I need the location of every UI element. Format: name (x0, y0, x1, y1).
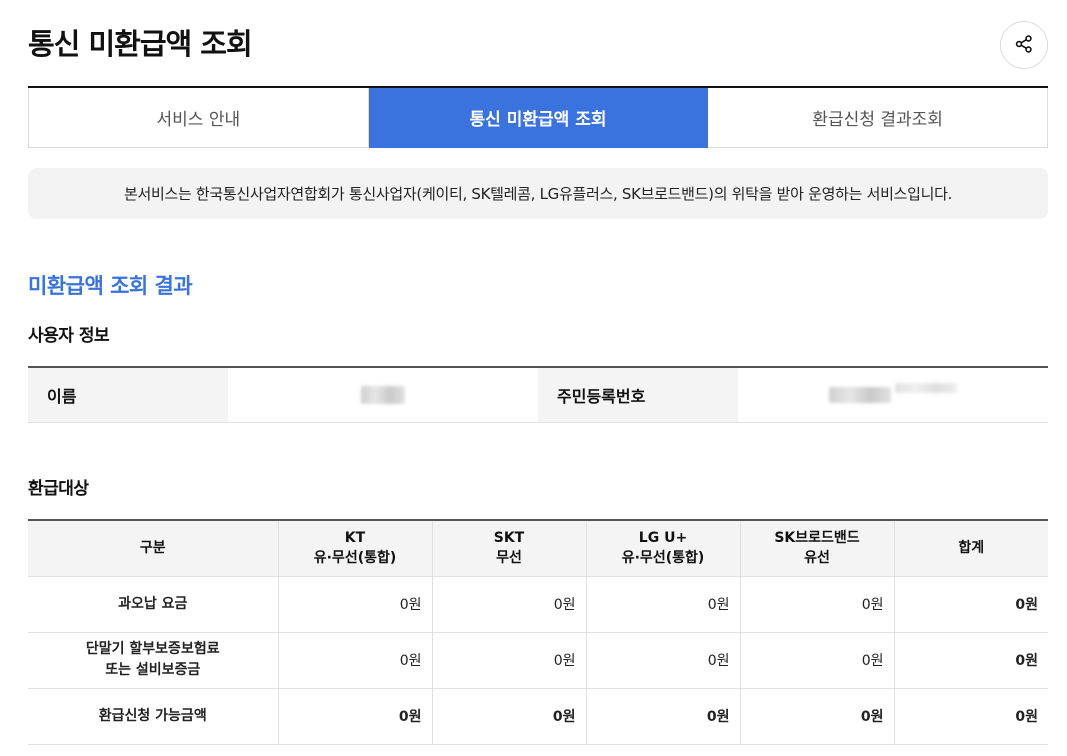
cell-value: 0원 (277, 632, 432, 689)
cell-value: 0원 (739, 688, 894, 745)
col-category: 구분 (28, 520, 278, 577)
tab-service-info[interactable]: 서비스 안내 (28, 88, 369, 148)
user-info-table: 이름 주민등록번호 (28, 366, 1048, 423)
page-title: 통신 미환급액 조회 (28, 27, 253, 61)
col-skb: SK브로드밴드 유선 (739, 520, 894, 577)
rrn-value (738, 368, 1048, 422)
refund-target-title: 환급대상 (28, 479, 89, 499)
cell-total: 0원 (893, 632, 1048, 689)
share-icon (1014, 34, 1034, 57)
cell-value: 0원 (277, 576, 432, 633)
table-row: 단말기 할부보증보험료 또는 설비보증금 0원 0원 0원 0원 0원 (28, 632, 1048, 689)
user-info-title: 사용자 정보 (28, 326, 110, 346)
share-button[interactable] (1000, 21, 1048, 69)
col-lgu: LG U+ 유·무선(통합) (585, 520, 740, 577)
table-row: 환급신청 가능금액 0원 0원 0원 0원 0원 (28, 688, 1048, 745)
result-title: 미환급액 조회 결과 (28, 274, 193, 298)
tab-unrefunded-lookup[interactable]: 통신 미환급액 조회 (368, 88, 709, 148)
name-redacted (361, 386, 405, 404)
col-kt: KT 유·무선(통합) (277, 520, 432, 577)
cell-value: 0원 (739, 576, 894, 633)
tab-bar: 서비스 안내 통신 미환급액 조회 환급신청 결과조회 (28, 86, 1049, 148)
cell-value: 0원 (585, 576, 740, 633)
row-label: 단말기 할부보증보험료 또는 설비보증금 (28, 632, 278, 689)
rrn-label: 주민등록번호 (538, 368, 738, 422)
cell-total: 0원 (893, 688, 1048, 745)
rrn-front-redacted (829, 387, 891, 403)
refund-table: 구분 KT 유·무선(통합) SKT 무선 LG U+ 유·무선(통합) SK브… (28, 519, 1048, 745)
name-value (228, 368, 538, 422)
row-label: 환급신청 가능금액 (28, 688, 278, 745)
col-total: 합계 (893, 520, 1048, 577)
cell-value: 0원 (431, 576, 586, 633)
service-notice: 본서비스는 한국통신사업자연합회가 통신사업자(케이티, SK텔레콤, LG유플… (28, 168, 1048, 219)
name-label: 이름 (28, 368, 228, 422)
cell-value: 0원 (431, 688, 586, 745)
cell-total: 0원 (893, 576, 1048, 633)
cell-value: 0원 (277, 688, 432, 745)
refund-header-row: 구분 KT 유·무선(통합) SKT 무선 LG U+ 유·무선(통합) SK브… (28, 520, 1048, 577)
tab-refund-result[interactable]: 환급신청 결과조회 (708, 88, 1049, 148)
rrn-back-redacted (895, 383, 957, 393)
cell-value: 0원 (431, 632, 586, 689)
cell-value: 0원 (739, 632, 894, 689)
cell-value: 0원 (585, 688, 740, 745)
cell-value: 0원 (585, 632, 740, 689)
row-label: 과오납 요금 (28, 576, 278, 633)
col-skt: SKT 무선 (431, 520, 586, 577)
table-row: 과오납 요금 0원 0원 0원 0원 0원 (28, 576, 1048, 633)
notice-text: 본서비스는 한국통신사업자연합회가 통신사업자(케이티, SK텔레콤, LG유플… (123, 185, 953, 203)
